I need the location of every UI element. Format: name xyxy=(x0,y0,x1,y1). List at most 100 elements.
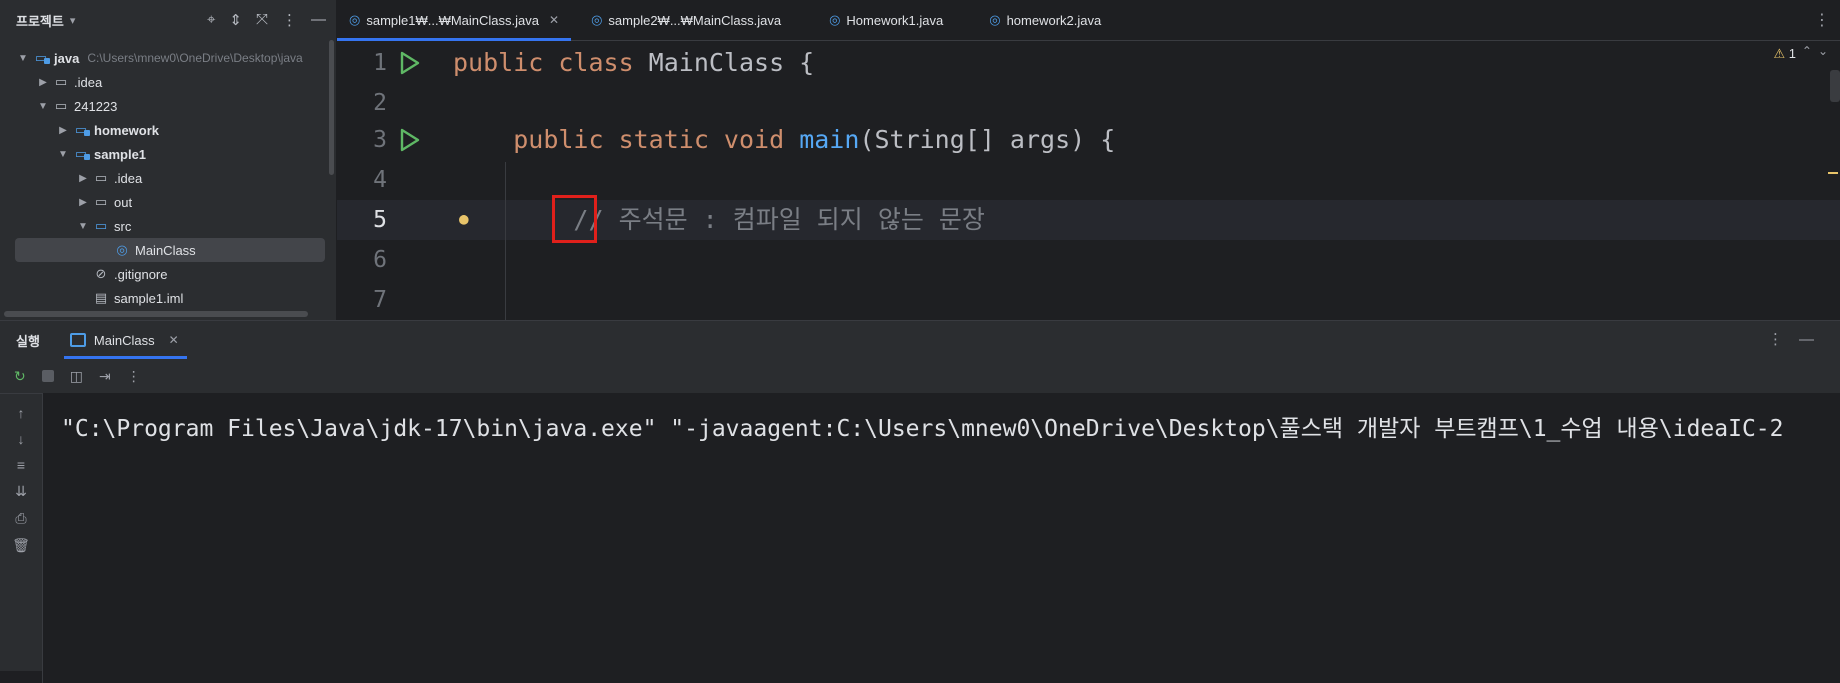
chevron-down-icon[interactable]: ▼ xyxy=(76,221,90,232)
line-number: 7 xyxy=(373,287,387,313)
print-icon[interactable]: ⎙ xyxy=(15,510,26,527)
module-folder-icon: ▭ xyxy=(32,50,50,66)
warning-icon: ⚠ xyxy=(1773,46,1786,61)
locate-icon[interactable]: ⌖ xyxy=(207,11,215,29)
arrow-up-icon[interactable]: ↑ xyxy=(18,405,25,421)
code-line[interactable]: 7 xyxy=(337,280,1840,320)
tree-item-label: .gitignore xyxy=(114,266,168,282)
tree-item-src[interactable]: ▼ ▭ src xyxy=(76,214,131,238)
scrollbar-marker xyxy=(1828,172,1838,174)
code-token: public class xyxy=(453,48,649,77)
code-token: (String[] args) { xyxy=(859,125,1116,154)
line-number: 2 xyxy=(373,90,387,116)
code-text: public class MainClass { xyxy=(453,43,814,83)
code-line[interactable]: 6 xyxy=(337,240,1840,280)
tree-item-homework[interactable]: ▶ ▭ homework xyxy=(56,118,159,142)
module-folder-icon: ▭ xyxy=(72,122,90,138)
java-class-icon: ◎ xyxy=(349,12,361,27)
folder-icon: ▭ xyxy=(94,194,108,209)
tab-label: Homework1.java xyxy=(846,12,944,28)
project-title[interactable]: 프로젝트 xyxy=(16,11,64,30)
close-icon[interactable]: ✕ xyxy=(549,13,559,27)
java-class-icon: ◎ xyxy=(989,12,1001,27)
tree-item-gitignore[interactable]: ⊘ .gitignore xyxy=(90,262,168,286)
folder-icon: ▭ xyxy=(54,74,68,89)
minimize-icon[interactable]: — xyxy=(311,11,326,29)
tree-item-label: MainClass xyxy=(135,242,196,258)
tab-sample2-mainclass[interactable]: ◎ sample2₩...₩MainClass.java xyxy=(579,0,793,40)
chevron-right-icon[interactable]: ▶ xyxy=(76,197,90,208)
tab-homework2[interactable]: ◎ homework2.java xyxy=(977,0,1113,40)
tree-item-label: src xyxy=(114,218,132,234)
chevron-down-icon[interactable]: ▼ xyxy=(36,101,50,112)
folder-icon: ▭ xyxy=(54,98,68,113)
more-options-icon[interactable]: ⋮ xyxy=(1814,10,1830,30)
console-text: "C:\Program Files\Java\jdk-17\bin\java.e… xyxy=(61,416,1784,442)
chevron-right-icon[interactable]: ▶ xyxy=(76,173,90,184)
tree-item-label: .idea xyxy=(114,170,143,186)
code-line[interactable]: 4 xyxy=(337,160,1840,200)
code-line[interactable]: 3 public static void main(String[] args)… xyxy=(337,120,1840,160)
more-options-icon[interactable]: ⋮ xyxy=(282,11,297,29)
expand-all-icon[interactable]: ⇕ xyxy=(229,11,242,29)
java-class-icon: ◎ xyxy=(829,12,841,27)
code-area[interactable]: 1 public class MainClass { 2 3 public st… xyxy=(337,40,1840,320)
more-options-icon[interactable]: ⋮ xyxy=(127,368,141,385)
collapse-all-icon[interactable]: ⤧ xyxy=(256,11,268,29)
chevron-down-icon[interactable]: ▼ xyxy=(56,149,70,160)
code-text: public static void main(String[] args) { xyxy=(453,120,1115,160)
code-token: main xyxy=(799,125,860,154)
camera-icon[interactable]: ◫ xyxy=(70,368,83,385)
run-header: 실행 MainClass ✕ ⋮— xyxy=(0,321,1840,359)
console-output[interactable]: "C:\Program Files\Java\jdk-17\bin\java.e… xyxy=(43,393,1840,671)
run-tab-label: MainClass xyxy=(93,332,155,348)
source-folder-icon: ▭ xyxy=(94,218,108,233)
tab-homework1[interactable]: ◎ Homework1.java xyxy=(817,0,955,40)
stop-icon[interactable] xyxy=(41,370,54,382)
tree-item-path: C:\Users\mnew0\OneDrive\Desktop\java xyxy=(87,51,303,65)
rerun-icon[interactable]: ↻ xyxy=(14,368,26,385)
tree-item-java[interactable]: ▼ ▭ java C:\Users\mnew0\OneDrive\Desktop… xyxy=(16,46,303,70)
arrow-down-icon[interactable]: ↓ xyxy=(18,431,25,447)
code-line[interactable]: 2 xyxy=(337,83,1840,123)
line-number: 1 xyxy=(373,50,387,76)
editor-scrollbar[interactable] xyxy=(1830,70,1840,102)
soft-wrap-icon[interactable]: ≡ xyxy=(17,457,25,473)
close-icon[interactable]: ✕ xyxy=(169,333,179,347)
java-class-icon: ◎ xyxy=(116,242,128,257)
tree-item-out[interactable]: ▶ ▭ out xyxy=(76,190,132,214)
tree-horizontal-scrollbar[interactable] xyxy=(4,311,308,317)
tree-item-241223[interactable]: ▼ ▭ 241223 xyxy=(36,94,117,118)
chevron-right-icon[interactable]: ▶ xyxy=(56,125,70,136)
warning-indicator[interactable]: ⚠ 1 xyxy=(1773,46,1796,62)
run-icon[interactable] xyxy=(397,128,421,152)
tree-item-label: sample1 xyxy=(94,146,147,162)
chevron-down-icon[interactable]: ⌄ xyxy=(1818,44,1834,58)
tab-sample1-mainclass[interactable]: ◎ sample1₩...₩MainClass.java ✕ xyxy=(337,0,572,41)
chevron-up-icon[interactable]: ⌃ xyxy=(1802,44,1818,58)
ignore-file-icon: ⊘ xyxy=(95,266,107,281)
scroll-to-end-icon[interactable]: ⇊ xyxy=(15,483,27,500)
run-panel-title: 실행 xyxy=(16,333,40,349)
exit-icon[interactable]: ⇥ xyxy=(99,368,111,385)
code-line[interactable]: 1 public class MainClass { xyxy=(337,43,1840,83)
code-token: // 주석문 : 컴파일 되지 않는 문장 xyxy=(573,205,985,234)
problem-navigation[interactable]: ⌃⌄ xyxy=(1802,44,1834,58)
more-options-icon[interactable]: ⋮ xyxy=(1768,331,1799,348)
tree-item-sample1[interactable]: ▼ ▭ sample1 xyxy=(56,142,146,166)
warning-count: 1 xyxy=(1788,46,1796,61)
tree-item-idea[interactable]: ▶ ▭ .idea xyxy=(36,70,102,94)
tree-item-sample1-idea[interactable]: ▶ ▭ .idea xyxy=(76,166,142,190)
tree-vertical-scrollbar[interactable] xyxy=(329,40,334,175)
trash-icon[interactable]: 🗑 xyxy=(12,537,30,554)
tree-item-sample1-iml[interactable]: ▤ sample1.iml xyxy=(90,286,184,310)
tree-item-mainclass[interactable]: ◎ MainClass xyxy=(15,238,325,262)
tab-label: sample2₩...₩MainClass.java xyxy=(608,12,782,28)
chevron-down-icon[interactable]: ▼ xyxy=(16,53,30,64)
run-tab-mainclass[interactable]: MainClass ✕ xyxy=(63,321,187,359)
chevron-down-icon[interactable]: ▾ xyxy=(70,14,76,27)
run-icon[interactable] xyxy=(397,51,421,75)
chevron-right-icon[interactable]: ▶ xyxy=(36,77,50,88)
minimize-icon[interactable]: — xyxy=(1799,331,1830,348)
